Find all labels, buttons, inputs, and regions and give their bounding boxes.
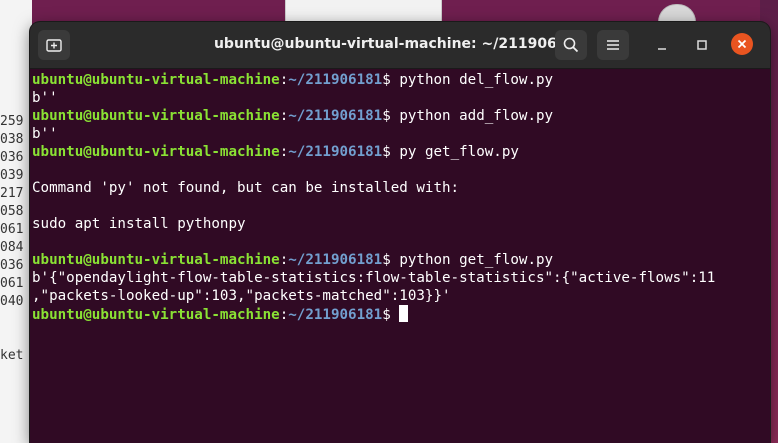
output-line: b'': [32, 126, 58, 142]
output-line: ,"packets-looked-up":103,"packets-matche…: [32, 288, 451, 304]
background-window-top: [285, 0, 696, 23]
prompt-separator: :: [279, 307, 289, 323]
minimize-icon: [658, 48, 666, 50]
background-text-line: 036: [0, 258, 24, 273]
search-icon: [563, 37, 579, 53]
output-line: sudo apt install pythonpy: [32, 216, 246, 232]
prompt-line: ubuntu@ubuntu-virtual-machine:~/21190618…: [32, 71, 770, 89]
prompt-symbol: $: [382, 252, 400, 268]
prompt-path: ~/211906181: [288, 252, 383, 268]
background-text-line: 061: [0, 222, 24, 237]
maximize-icon: [697, 40, 707, 50]
prompt-line: ubuntu@ubuntu-virtual-machine:~/21190618…: [32, 305, 770, 323]
prompt-separator: :: [279, 252, 289, 268]
prompt-path: ~/211906181: [288, 108, 383, 124]
prompt-line: ubuntu@ubuntu-virtual-machine:~/21190618…: [32, 107, 770, 125]
background-text-line: 061: [0, 276, 24, 291]
prompt-separator: :: [279, 144, 289, 160]
background-text-line: 058: [0, 204, 24, 219]
background-button: [658, 4, 696, 23]
close-button[interactable]: [731, 33, 753, 55]
prompt-symbol: $: [382, 108, 400, 124]
terminal-window[interactable]: ubuntu@ubuntu-virtual-machine: ~/2119061…: [30, 22, 770, 443]
close-icon: [737, 39, 747, 49]
prompt-path: ~/211906181: [288, 307, 383, 323]
terminal-output[interactable]: ubuntu@ubuntu-virtual-machine:~/21190618…: [30, 69, 770, 323]
background-text-line: 084: [0, 240, 24, 255]
menu-button[interactable]: [597, 30, 629, 60]
prompt-line: ubuntu@ubuntu-virtual-machine:~/21190618…: [32, 143, 770, 161]
prompt-path: ~/211906181: [288, 72, 383, 88]
text-cursor: [399, 305, 409, 322]
prompt-user: ubuntu@ubuntu-virtual-machine: [32, 144, 280, 160]
output-line: Command 'py' not found, but can be insta…: [32, 180, 460, 196]
command-text: py get_flow.py: [399, 144, 519, 160]
prompt-separator: :: [279, 72, 289, 88]
command-text: python add_flow.py: [399, 108, 554, 124]
background-text-line: 036: [0, 150, 24, 165]
output-line: b'{"opendaylight-flow-table-statistics:f…: [32, 270, 716, 286]
prompt-symbol: $: [382, 72, 400, 88]
search-button[interactable]: [555, 30, 587, 60]
prompt-symbol: $: [382, 307, 400, 323]
background-text-line: 039: [0, 168, 24, 183]
background-text-line: 259: [0, 114, 24, 129]
maximize-button[interactable]: [692, 35, 712, 55]
prompt-user: ubuntu@ubuntu-virtual-machine: [32, 108, 280, 124]
minimize-button[interactable]: [652, 35, 672, 55]
title-bar[interactable]: ubuntu@ubuntu-virtual-machine: ~/2119061…: [30, 22, 770, 69]
prompt-separator: :: [279, 108, 289, 124]
prompt-user: ubuntu@ubuntu-virtual-machine: [32, 252, 280, 268]
new-tab-icon: [46, 39, 62, 52]
background-text-line: 040: [0, 294, 24, 309]
background-text-line: 217: [0, 186, 24, 201]
background-text-line: ket: [0, 348, 24, 363]
background-text-line: 038: [0, 132, 24, 147]
hamburger-menu-icon: [607, 40, 619, 50]
output-line: b'': [32, 90, 58, 106]
prompt-symbol: $: [382, 144, 400, 160]
prompt-user: ubuntu@ubuntu-virtual-machine: [32, 307, 280, 323]
command-text: python del_flow.py: [399, 72, 554, 88]
prompt-line: ubuntu@ubuntu-virtual-machine:~/21190618…: [32, 251, 770, 269]
new-tab-button[interactable]: [38, 30, 70, 60]
prompt-path: ~/211906181: [288, 144, 383, 160]
prompt-user: ubuntu@ubuntu-virtual-machine: [32, 72, 280, 88]
command-text: python get_flow.py: [399, 252, 554, 268]
